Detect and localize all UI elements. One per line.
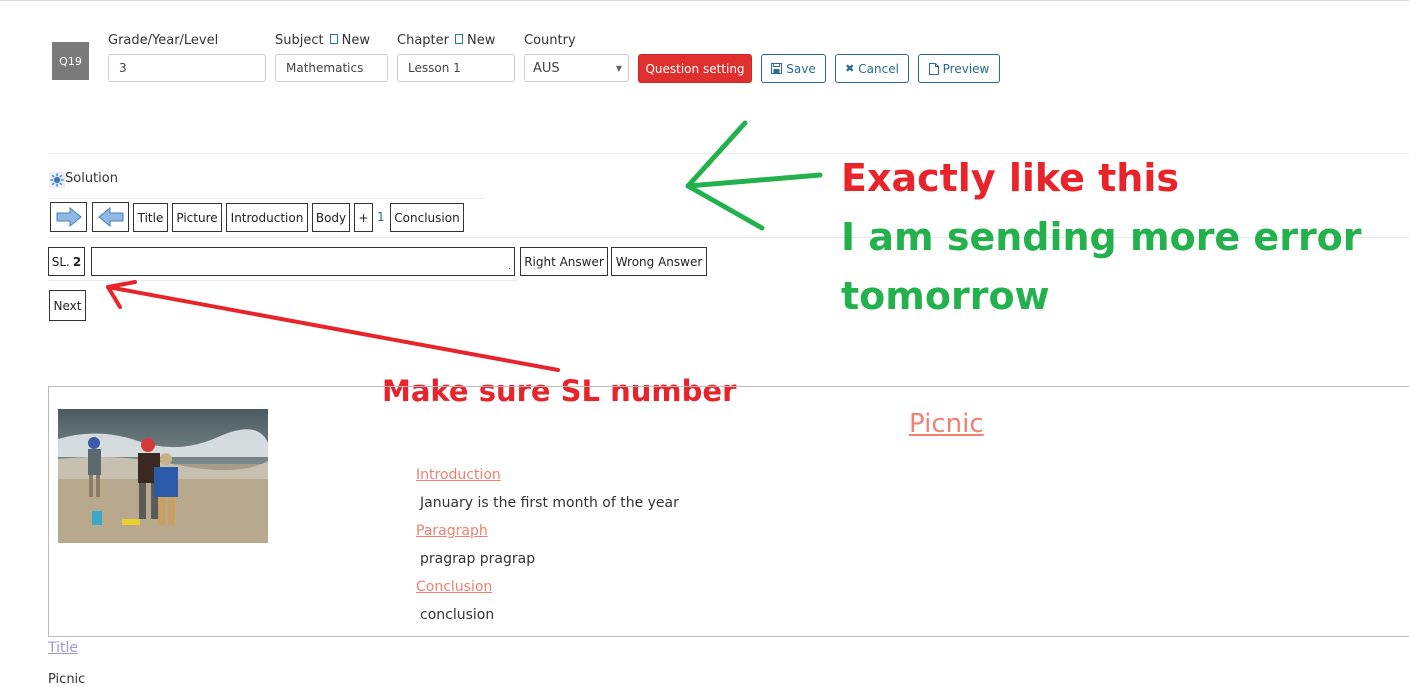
picnic-beach-photo xyxy=(58,409,268,543)
preview-paragraph-text: pragrap pragrap xyxy=(420,551,536,567)
red-arrow xyxy=(106,280,560,372)
preview-introduction-heading[interactable]: Introduction xyxy=(416,467,501,483)
annotation-exactly: Exactly like this xyxy=(841,156,1179,200)
solution-preview-panel: Picnic Introduction January is the first… xyxy=(48,386,1409,637)
title-link[interactable]: Title xyxy=(48,640,78,656)
preview-conclusion-heading[interactable]: Conclusion xyxy=(416,579,492,595)
annotation-sending-line1: I am sending more error xyxy=(841,215,1362,259)
preview-paragraph-heading[interactable]: Paragraph xyxy=(416,523,488,539)
preview-introduction-text: January is the first month of the year xyxy=(420,495,679,511)
green-arrow xyxy=(685,120,823,231)
preview-title: Picnic xyxy=(909,409,984,439)
preview-conclusion-text: conclusion xyxy=(420,607,495,623)
annotation-sending-line2: tomorrow xyxy=(841,274,1050,318)
title-value-text: Picnic xyxy=(48,672,86,687)
